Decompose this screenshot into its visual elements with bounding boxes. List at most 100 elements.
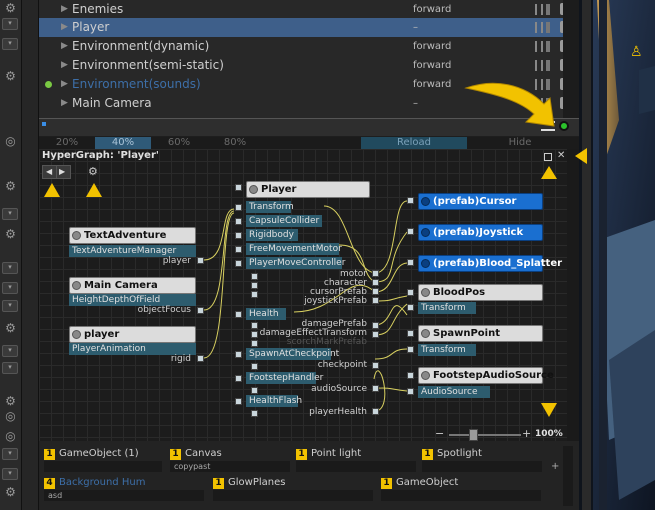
up-arrow-icon — [541, 166, 557, 179]
slot-sub-field[interactable] — [213, 490, 373, 501]
gear-icon[interactable]: ⚙ — [4, 486, 17, 499]
expand-arrow-icon[interactable]: ▶ — [61, 94, 68, 113]
layers-icon[interactable] — [535, 22, 543, 33]
tutorial-pointer-arrow — [464, 82, 555, 127]
hierarchy-row-name: Environment(dynamic) — [72, 39, 210, 53]
gear-icon[interactable]: ⚙ — [4, 322, 17, 335]
handle-marker-icon — [42, 122, 46, 126]
hierarchy-row-name: Enemies — [72, 2, 124, 16]
add-slot-button[interactable]: + — [551, 461, 559, 472]
zoom-60-button[interactable]: 60% — [151, 137, 207, 149]
slot-sub-field[interactable] — [381, 490, 541, 501]
hierarchy-row-enemies[interactable]: ▶ Enemies forward — [39, 0, 579, 19]
zoom-slider-handle[interactable] — [469, 429, 478, 441]
slot-sub-field[interactable]: copypast — [170, 461, 290, 472]
render-mode: forward — [413, 41, 452, 52]
dropdown-toggle[interactable]: ▾ — [2, 468, 18, 480]
slot-label: GameObject (1) — [59, 448, 139, 459]
layers-icon[interactable] — [535, 4, 543, 15]
render-mode: forward — [413, 4, 452, 15]
slot-count-badge: 1 — [296, 449, 307, 460]
slot-sub-field[interactable]: asd — [44, 490, 204, 501]
gear-icon[interactable]: ⚙ — [4, 2, 17, 15]
layers-icon[interactable] — [535, 41, 543, 52]
down-arrow-icon — [541, 403, 557, 417]
layers-icon[interactable] — [535, 60, 543, 71]
zoom-in-button[interactable]: + — [522, 427, 531, 440]
graph-scrollbar[interactable] — [567, 149, 579, 441]
dropdown-toggle[interactable]: ▾ — [2, 448, 18, 460]
gear-icon[interactable]: ⚙ — [4, 70, 17, 83]
left-arrow-icon — [575, 148, 587, 164]
slot-gameobject-1[interactable]: 1 GameObject (1) — [44, 447, 139, 460]
hierarchy-row-name: Main Camera — [72, 96, 152, 110]
gear-icon[interactable]: ⚙ — [4, 395, 17, 408]
hierarchy-scrollbar[interactable] — [563, 0, 579, 118]
slot-glowplanes[interactable]: 1 GlowPlanes — [213, 476, 285, 489]
slot-label: GlowPlanes — [228, 477, 286, 488]
eye-icon[interactable]: ◎ — [4, 135, 17, 148]
slot-label: Background Hum — [59, 477, 146, 488]
reload-button[interactable]: Reload — [361, 137, 467, 149]
tutorial-arrows — [44, 166, 557, 417]
expand-arrow-icon[interactable]: ▶ — [61, 18, 68, 37]
dropdown-toggle[interactable]: ▾ — [2, 208, 18, 220]
expand-arrow-icon[interactable]: ▶ — [61, 56, 68, 75]
zoom-out-button[interactable]: − — [435, 427, 444, 440]
scene-view[interactable]: ♙ — [579, 0, 655, 510]
scene-divider[interactable] — [582, 0, 591, 510]
bar-icon[interactable] — [546, 22, 550, 33]
dropdown-toggle[interactable]: ▾ — [2, 18, 18, 30]
dropdown-toggle[interactable]: ▾ — [2, 345, 18, 357]
slot-label: Spotlight — [437, 448, 482, 459]
slot-count-badge: 1 — [213, 478, 224, 489]
slot-canvas[interactable]: 1 Canvas — [170, 447, 222, 460]
hierarchy-row-environment-semi-static[interactable]: ▶ Environment(semi-static) forward — [39, 56, 579, 75]
light-gizmo-icon[interactable]: ♙ — [630, 44, 643, 60]
hierarchy-row-player[interactable]: ▶ Player – — [39, 18, 579, 37]
dropdown-toggle[interactable]: ▾ — [2, 362, 18, 374]
expand-arrow-icon[interactable]: ▶ — [61, 0, 68, 19]
render-mode: forward — [413, 60, 452, 71]
dropdown-toggle[interactable]: ▾ — [2, 300, 18, 312]
hierarchy-row-environment-dynamic[interactable]: ▶ Environment(dynamic) forward — [39, 37, 579, 56]
render-mode: – — [413, 22, 418, 33]
hierarchy-row-name: Environment(sounds) — [72, 77, 201, 91]
zoom-40-button[interactable]: 40% — [95, 137, 151, 149]
hypergraph-canvas[interactable]: HyperGraph: 'Player' ◀ ▶ ⚙ ✕ TextAdventu… — [39, 149, 579, 441]
slot-background-hum[interactable]: 4 Background Hum — [44, 476, 145, 489]
slot-sub-field[interactable] — [296, 461, 416, 472]
bar-icon[interactable] — [546, 4, 550, 15]
gear-icon[interactable]: ⚙ — [4, 180, 17, 193]
slot-spotlight[interactable]: 1 Spotlight — [422, 447, 482, 460]
slots-scrollbar[interactable] — [563, 446, 573, 506]
slot-sub-field[interactable] — [422, 461, 542, 472]
zoom-80-button[interactable]: 80% — [207, 137, 263, 149]
expand-arrow-icon[interactable]: ▶ — [61, 37, 68, 56]
hierarchy-row-name: Player — [72, 20, 110, 34]
zoom-20-button[interactable]: 20% — [39, 137, 95, 149]
hide-button[interactable]: Hide — [495, 137, 545, 149]
slot-count-badge: 1 — [44, 449, 55, 460]
bar-icon[interactable] — [546, 41, 550, 52]
active-dot-icon — [45, 81, 52, 88]
slot-point-light[interactable]: 1 Point light — [296, 447, 361, 460]
tutorial-side-arrow — [575, 148, 587, 164]
bar-icon[interactable] — [546, 60, 550, 71]
slot-label: GameObject — [396, 477, 459, 488]
render-mode: forward — [413, 79, 452, 90]
dropdown-toggle[interactable]: ▾ — [2, 282, 18, 294]
gear-icon[interactable]: ⚙ — [4, 228, 17, 241]
dropdown-toggle[interactable]: ▾ — [2, 38, 18, 50]
big-arrow-icon — [464, 82, 555, 127]
eye-icon[interactable]: ◎ — [4, 430, 17, 443]
eye-icon[interactable]: ◎ — [4, 410, 17, 423]
slot-count-badge: 4 — [44, 478, 55, 489]
expand-arrow-icon[interactable]: ▶ — [61, 75, 68, 94]
zoom-percent: 100% — [535, 429, 563, 439]
slot-count-badge: 1 — [381, 478, 392, 489]
slot-gameobject[interactable]: 1 GameObject — [381, 476, 458, 489]
dropdown-toggle[interactable]: ▾ — [2, 262, 18, 274]
zoom-slider-track[interactable] — [449, 434, 521, 436]
slot-sub-field[interactable] — [44, 461, 162, 472]
